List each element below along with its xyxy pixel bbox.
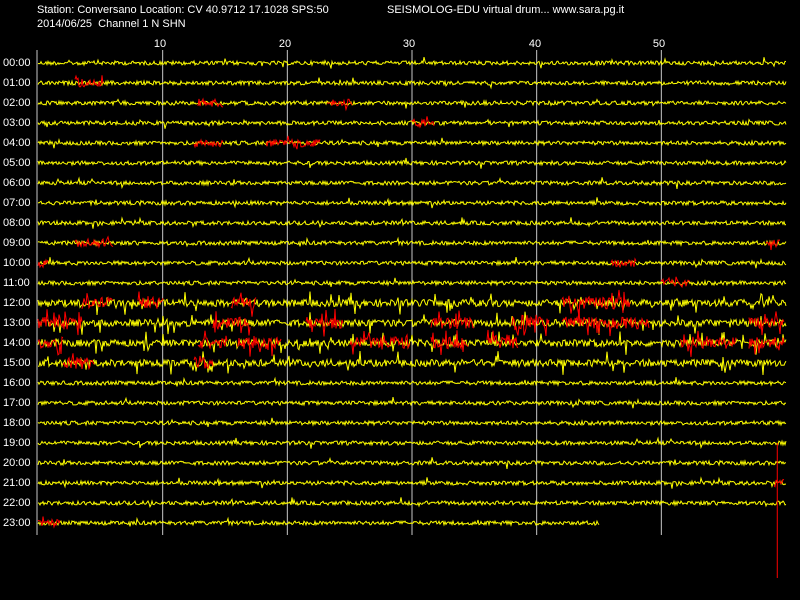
event-segment-23 (197, 330, 228, 350)
event-segment-5 (265, 135, 321, 150)
event-segment-31 (193, 355, 214, 370)
event-segment-7 (765, 239, 781, 251)
seismogram-drum (36, 50, 787, 578)
event-segment-25 (349, 331, 411, 355)
event-segment-10 (660, 276, 691, 288)
event-segment-3 (411, 116, 435, 129)
event-segment-1 (197, 97, 224, 108)
event-segment-12 (137, 291, 164, 309)
event-segment-13 (230, 292, 257, 317)
event-segment-16 (212, 311, 251, 336)
event-segment-9 (610, 257, 637, 269)
event-segment-30 (62, 353, 95, 371)
event-segment-19 (511, 314, 550, 337)
event-segment-6 (74, 235, 114, 249)
event-segment-18 (430, 310, 475, 330)
trace-hour-23 (37, 516, 600, 527)
